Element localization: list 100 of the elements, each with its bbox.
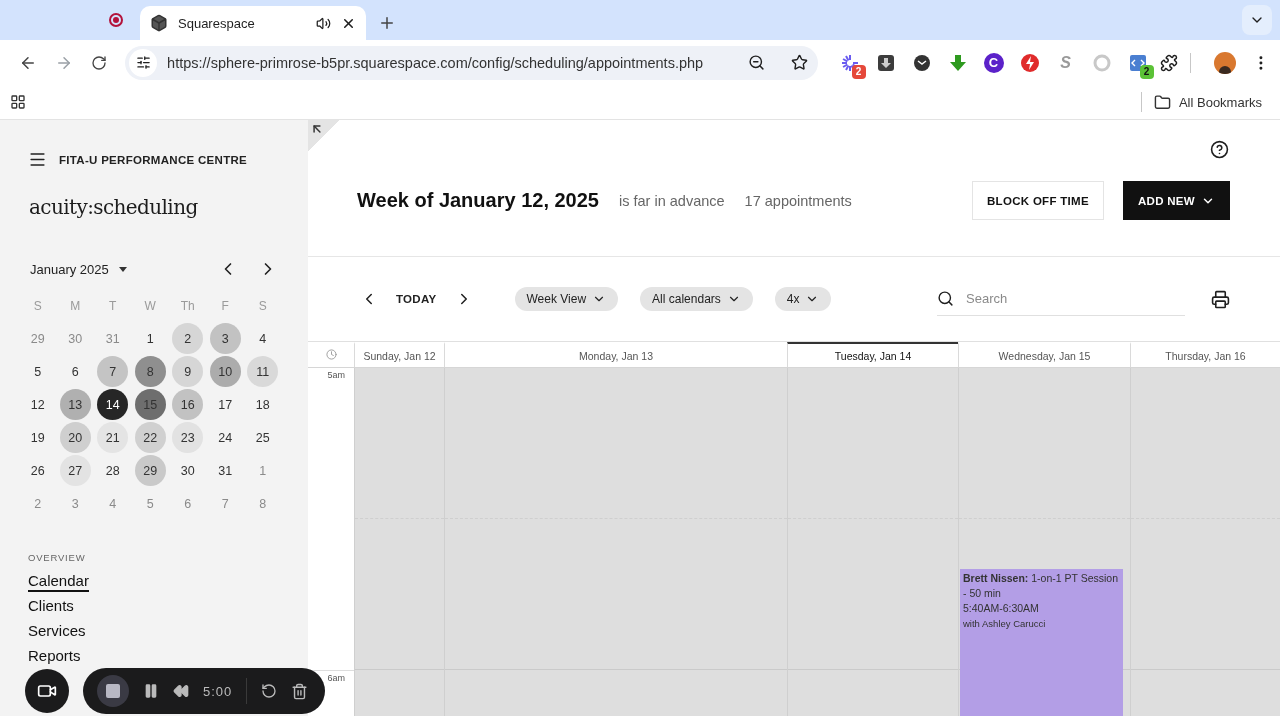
calendar-day[interactable]: 23 xyxy=(172,422,204,453)
time-label: 5am xyxy=(327,370,345,382)
calendar-day[interactable]: 12 xyxy=(22,389,54,420)
apps-icon[interactable] xyxy=(10,94,26,110)
nav-link[interactable]: Services xyxy=(28,623,86,642)
clock-icon xyxy=(325,349,337,360)
filter-dropdown[interactable]: 4x xyxy=(774,287,832,311)
record-icon xyxy=(109,13,123,27)
new-tab-icon[interactable] xyxy=(378,14,396,32)
day-header[interactable]: Monday, Jan 13 xyxy=(444,342,787,367)
calendar-day[interactable]: 29 xyxy=(134,455,166,486)
count-badge: 2 xyxy=(851,64,866,79)
calendar-day[interactable]: 18 xyxy=(247,389,279,420)
weekday-label: T xyxy=(108,297,118,315)
dropdown-caret-icon xyxy=(118,266,127,272)
tab-title: Squarespace xyxy=(178,15,256,31)
calendar-day[interactable]: 22 xyxy=(134,422,166,453)
calendar-day[interactable]: 20 xyxy=(59,422,91,453)
reload-icon[interactable] xyxy=(91,54,108,71)
weekday-label: Th xyxy=(179,297,196,315)
trash-icon[interactable] xyxy=(291,682,309,700)
nav-link[interactable]: Reports xyxy=(28,648,81,667)
add-new-button[interactable]: ADD NEW xyxy=(1122,181,1230,220)
today-button[interactable]: TODAY xyxy=(396,293,437,305)
rewind-icon[interactable] xyxy=(173,683,189,699)
business-name: FITA-U PERFORMANCE CENTRE xyxy=(59,153,248,166)
folder-icon xyxy=(1153,93,1171,111)
weekday-label: M xyxy=(69,297,82,315)
appointment-staff: with Ashley Carucci xyxy=(963,617,1046,631)
extension-logo: C xyxy=(983,52,1004,73)
recording-timer: 5:00 xyxy=(203,683,233,699)
search-input[interactable]: Search xyxy=(964,290,1185,307)
calendar-day[interactable]: 6 xyxy=(59,356,91,387)
calendar-day[interactable]: 8 xyxy=(134,356,166,387)
section-label: OVERVIEW xyxy=(28,552,87,563)
calendar-day[interactable]: 10 xyxy=(209,356,241,387)
block-off-time-button[interactable]: BLOCK OFF TIME xyxy=(972,181,1104,220)
day-header[interactable]: Wednesday, Jan 15 xyxy=(958,342,1130,367)
calendar-day[interactable]: 25 xyxy=(247,422,279,453)
sliders-icon xyxy=(135,55,151,70)
speaker-icon[interactable] xyxy=(316,15,331,31)
appointment-card[interactable]: Brett Nissen: 1-on-1 PT Session - 50 min 5:40AM-6:30AM with Ashley Carucci xyxy=(960,569,1123,716)
stop-button[interactable] xyxy=(97,675,129,707)
calendar-day[interactable]: 26 xyxy=(22,455,54,486)
calendar-day[interactable]: 30 xyxy=(172,455,204,486)
weekday-label: S xyxy=(257,297,268,315)
zoom-icon[interactable] xyxy=(747,54,765,71)
calendar-day[interactable]: 5 xyxy=(22,356,54,387)
advance-note: is far in advance xyxy=(619,192,725,209)
weekday-label: S xyxy=(32,297,43,315)
profile-avatar[interactable] xyxy=(1214,51,1237,74)
day-header[interactable]: Sunday, Jan 12 xyxy=(354,342,444,367)
filter-dropdown[interactable]: All calendars xyxy=(640,287,753,311)
month-picker[interactable]: January 2025 xyxy=(30,261,127,277)
calendar-day[interactable]: 16 xyxy=(172,389,204,420)
nav-link[interactable]: Calendar xyxy=(28,573,89,592)
site-settings-button[interactable] xyxy=(129,48,158,77)
calendar-day[interactable]: 14 xyxy=(97,389,129,420)
bookmark-link[interactable]: All Bookmarks xyxy=(1178,94,1262,110)
address-bar[interactable]: https://sphere-primrose-b5pr.squarespace.com/config/scheduling/appointments.php xyxy=(125,45,818,80)
calendar-day[interactable]: 19 xyxy=(22,422,54,453)
calendar-day[interactable]: 21 xyxy=(97,422,129,453)
calendar-day[interactable]: 4 xyxy=(247,323,279,354)
print-icon[interactable] xyxy=(1211,289,1230,309)
calendar-day[interactable]: 9 xyxy=(172,356,204,387)
app-logo: acuity:scheduling xyxy=(29,195,199,219)
calendar-day[interactable]: 17 xyxy=(209,389,241,420)
calendar-day[interactable]: 27 xyxy=(59,455,91,486)
calendar-day[interactable]: 11 xyxy=(247,356,279,387)
calendar-day[interactable]: 31 xyxy=(209,455,241,486)
calendar-day[interactable]: 3 xyxy=(209,323,241,354)
appointment-time: 5:40AM-6:30AM xyxy=(963,601,1039,616)
appointment-count: 17 appointments xyxy=(744,192,852,209)
extensions-icon[interactable] xyxy=(1159,53,1178,72)
calendar-day[interactable]: 13 xyxy=(59,389,91,420)
calendar-day[interactable]: 7 xyxy=(97,356,129,387)
cube-icon xyxy=(150,14,168,32)
tab-search-button[interactable] xyxy=(1242,5,1272,35)
help-icon[interactable] xyxy=(1210,140,1229,159)
appointment-title: Brett Nissen: 1-on-1 PT Session - 50 min xyxy=(963,571,1120,601)
calendar-day[interactable]: 1 xyxy=(134,323,166,354)
nav-link[interactable]: Clients xyxy=(28,598,74,617)
calendar-day[interactable]: 2 xyxy=(172,323,204,354)
browser-tab[interactable]: Squarespace xyxy=(140,6,366,40)
pause-icon[interactable] xyxy=(143,683,159,699)
weekday-label: F xyxy=(220,297,230,315)
filter-dropdown[interactable]: Week View xyxy=(514,287,619,311)
url-text: https://sphere-primrose-b5pr.squarespace.com/config/scheduling/appointments.php xyxy=(167,54,705,71)
extension-logo: S xyxy=(1060,53,1071,72)
calendar-day[interactable]: 24 xyxy=(209,422,241,453)
time-label: 6am xyxy=(327,673,345,685)
day-header[interactable]: Thursday, Jan 16 xyxy=(1130,342,1280,367)
search-icon xyxy=(937,290,954,307)
weekday-label: W xyxy=(143,297,157,315)
calendar-day[interactable]: 28 xyxy=(97,455,129,486)
restart-icon[interactable] xyxy=(261,683,278,699)
week-title: Week of January 12, 2025 xyxy=(357,189,599,212)
search-field[interactable]: Search xyxy=(937,282,1185,316)
menu-icon[interactable] xyxy=(28,150,47,169)
bookmark-star-icon[interactable] xyxy=(790,54,808,71)
